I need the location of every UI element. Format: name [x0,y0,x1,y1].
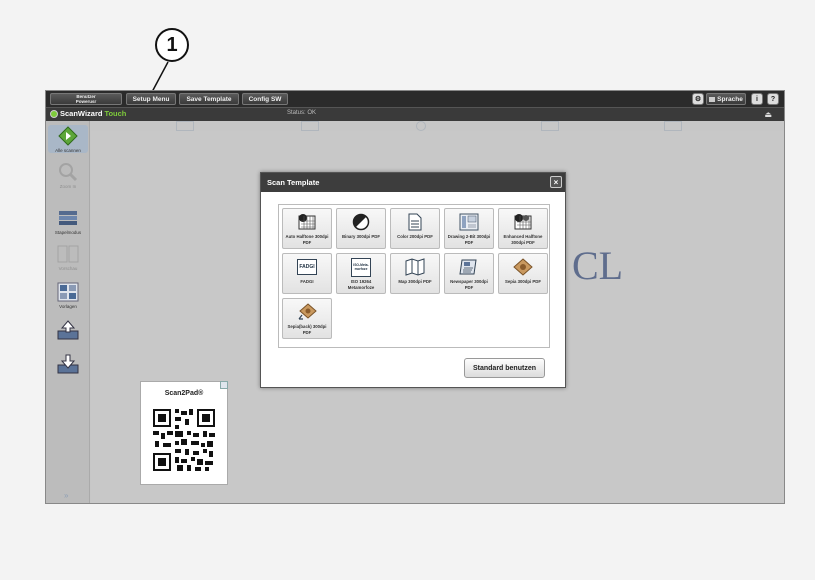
crop-icon [301,121,319,131]
sidebar-item-preview[interactable]: Vorschau [48,243,88,271]
sidebar-item-scan[interactable]: Alle scannen [48,125,88,153]
template-fadgi[interactable]: FADGI FADGI [282,253,332,294]
start-scan-icon [56,125,80,147]
user-name: Powerusr [75,99,97,104]
template-color[interactable]: Color 200dpi PDF [390,208,440,249]
template-label: Newspaper 300dpi PDF [450,279,488,290]
download-icon [56,353,80,375]
help-icon[interactable]: ? [767,93,779,105]
template-sepia-back[interactable]: Sepia(back) 300dpi PDF [282,298,332,339]
template-label: Binary 300dpi PDF [342,234,380,239]
newspaper-icon [458,257,480,277]
iso-icon: ISO-Meta-morfoze [350,257,372,277]
fadgi-badge: FADGI [297,259,317,275]
edit-icon [541,121,559,131]
drawing-icon [458,212,480,232]
template-auto-halftone[interactable]: Auto Halftone 300dpi PDF [282,208,332,249]
expand-arrows-icon[interactable]: » [64,491,68,500]
setup-menu-button[interactable]: Setup Menu [126,93,176,105]
template-label: Sepia 300dpi PDF [504,279,542,284]
sidebar-item-stack[interactable]: Stapelmodus [48,207,88,235]
sidebar-item-label: Zoom In [59,184,77,189]
gear-icon [416,121,426,131]
template-label: Map 300dpi PDF [398,279,432,284]
user-button[interactable]: Benutzer Powerusr [50,93,122,105]
templates-icon [56,281,80,303]
app-brand: ScanWizard Touch [50,109,126,118]
use-standard-button[interactable]: Standard benutzen [464,358,545,378]
zoom-icon [56,161,80,183]
callout-marker: 1 [155,28,189,62]
background-logo-text: CL [572,243,624,288]
upload-icon [56,319,80,341]
sidebar-item-download[interactable] [48,353,88,375]
language-label: Sprache [717,95,743,103]
template-map[interactable]: Map 300dpi PDF [390,253,440,294]
dialog-header: Scan Template × [261,173,565,192]
sidebar-item-templates[interactable]: Vorlagen [48,281,88,309]
template-sepia[interactable]: Sepia 300dpi PDF [498,253,548,294]
split-view-icon [56,243,80,265]
dialog-title: Scan Template [267,178,320,187]
template-newspaper[interactable]: Newspaper 300dpi PDF [444,253,494,294]
scan2pad-panel: Scan2Pad® [140,381,228,485]
close-icon[interactable]: × [550,176,562,188]
sepia-back-icon [296,302,318,322]
download-icon [664,121,682,131]
enhanced-halftone-icon [512,212,534,232]
brand-name: ScanWizard [60,109,103,118]
sidebar-item-zoom[interactable]: Zoom In [48,161,88,189]
iso-badge: ISO-Meta-morfoze [351,257,371,277]
template-label: Auto Halftone 300dpi PDF [285,234,329,245]
app-logo-icon [50,109,58,118]
template-drawing[interactable]: Drawing 2-Bit 300dpi PDF [444,208,494,249]
top-menu-bar: Benutzer Powerusr Setup Menu Save Templa… [46,91,784,107]
brand-accent: Touch [104,109,127,118]
flag-icon [709,96,716,102]
save-template-button[interactable]: Save Template [179,93,239,105]
info-icon[interactable]: i [751,93,763,105]
rotate-icon [176,121,194,131]
sidebar-item-upload[interactable] [48,319,88,341]
stack-icon [56,207,80,229]
title-bar: ScanWizard Touch Status: OK ⏏ [46,107,784,121]
config-sw-button[interactable]: Config SW [242,93,288,105]
template-label: Color 200dpi PDF [397,234,433,239]
status-text: Status: OK [287,110,317,116]
template-grid: Auto Halftone 300dpi PDF Binary 300dpi P… [278,204,550,348]
document-icon [404,212,426,232]
sidebar: Alle scannen Zoom In Stapelmodus Vorscha… [46,121,90,503]
sidebar-item-label: Alle scannen [55,148,81,153]
sidebar-item-label: Vorschau [58,266,78,271]
template-label: ISO 19264 Metamorfoze [347,279,375,290]
panel-corner-icon[interactable] [220,381,228,389]
qr-code [151,407,217,473]
template-binary[interactable]: Binary 300dpi PDF [336,208,386,249]
binary-icon [350,212,372,232]
scan2pad-title: Scan2Pad® [164,390,204,397]
sepia-icon [512,257,534,277]
template-label: Sepia(back) 300dpi PDF [287,324,327,335]
template-label: FADGI [300,279,314,284]
template-label: Enhanced Halftone 300dpi PDF [503,234,543,245]
background-toolbar [46,121,784,131]
settings-gear-icon[interactable]: ⚙ [692,93,704,105]
eject-icon[interactable]: ⏏ [764,110,772,119]
template-label: Drawing 2-Bit 300dpi PDF [447,234,491,245]
template-iso-metamorfoze[interactable]: ISO-Meta-morfoze ISO 19264 Metamorfoze [336,253,386,294]
scan-template-dialog: Scan Template × Auto Halftone 300dpi PDF… [260,172,566,388]
screenshot-page: 1 Benutzer Powerusr Setup Menu Save Temp… [0,0,815,580]
map-icon [404,257,426,277]
halftone-icon [296,212,318,232]
sidebar-item-label: Vorlagen [59,304,77,309]
language-button[interactable]: Sprache [706,93,746,105]
template-enhanced-halftone[interactable]: Enhanced Halftone 300dpi PDF [498,208,548,249]
sidebar-item-label: Stapelmodus [54,230,82,235]
fadgi-icon: FADGI [296,257,318,277]
